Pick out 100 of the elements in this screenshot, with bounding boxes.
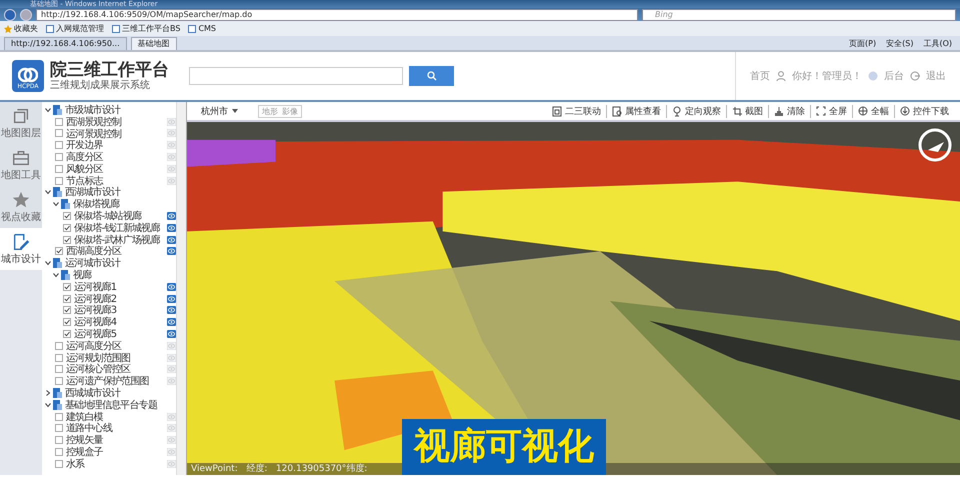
- sidebar-tab[interactable]: 地图工具: [0, 144, 42, 186]
- layer-label[interactable]: 运河视廊2: [74, 292, 165, 306]
- caret-icon[interactable]: [53, 272, 59, 278]
- browser-tab[interactable]: 基础地图: [130, 37, 177, 50]
- checkbox[interactable]: [63, 212, 71, 220]
- checkbox[interactable]: [63, 306, 71, 314]
- favorites-link[interactable]: CMS: [198, 24, 216, 33]
- tree-folder-label[interactable]: 基础地理信息平台专题: [65, 398, 176, 412]
- toolbar-button[interactable]: 全幅: [853, 104, 895, 118]
- checkbox[interactable]: [55, 247, 63, 256]
- checkbox[interactable]: [55, 460, 63, 468]
- checkbox[interactable]: [55, 118, 63, 126]
- layer-label[interactable]: 控规矢量: [66, 433, 165, 448]
- eye-icon[interactable]: [167, 247, 176, 256]
- scrollbar[interactable]: [176, 102, 186, 475]
- map-view[interactable]: ViewPoint: 经度: 120.13905370°纬度: 视廊可视化: [187, 122, 960, 475]
- compass-icon[interactable]: [918, 128, 952, 162]
- tree-folder-label[interactable]: 保俶塔视廊: [73, 197, 176, 212]
- tree-folder-label[interactable]: 西城城市设计: [65, 386, 176, 400]
- dropdown-caret-icon: [232, 109, 238, 113]
- checkbox[interactable]: [63, 330, 71, 338]
- layer-label[interactable]: 运河视廊1: [74, 280, 165, 294]
- browser-tab[interactable]: http://192.168.4.106:950...: [4, 37, 127, 50]
- tree-folder-label[interactable]: 视廊: [73, 268, 176, 282]
- layer-label[interactable]: 运河遗产保护范围图: [66, 374, 165, 388]
- command-menu[interactable]: 页面(P): [849, 38, 876, 48]
- checkbox[interactable]: [55, 412, 63, 421]
- caret-icon[interactable]: [45, 402, 51, 408]
- checkbox[interactable]: [55, 354, 63, 362]
- checkbox[interactable]: [55, 448, 63, 456]
- caret-icon[interactable]: [45, 390, 51, 396]
- checkbox[interactable]: [55, 424, 63, 432]
- tree-folder-label[interactable]: 运河城市设计: [65, 256, 176, 270]
- layer-label[interactable]: 水系: [66, 456, 165, 471]
- layer-label[interactable]: 运河规划范围图: [66, 350, 165, 365]
- layer-label[interactable]: 运河视廊5: [74, 327, 165, 342]
- checkbox[interactable]: [55, 129, 63, 138]
- layer-label[interactable]: 保俶塔-武林广场视廊: [74, 232, 165, 247]
- eye-icon[interactable]: [167, 330, 176, 338]
- layer-label[interactable]: 运河核心管控区: [66, 362, 165, 376]
- sidebar-tab[interactable]: 视点收藏: [0, 186, 42, 228]
- toolbar-button[interactable]: 属性查看: [607, 104, 667, 118]
- eye-icon[interactable]: [167, 212, 176, 220]
- city-dropdown[interactable]: 杭州市: [201, 104, 238, 118]
- layer-label[interactable]: 节点标志: [66, 174, 165, 188]
- toolbar-button[interactable]: 截图: [727, 104, 769, 118]
- checkbox[interactable]: [63, 224, 71, 232]
- toolbar-button[interactable]: 二三联动: [547, 104, 607, 118]
- download-icon: [900, 106, 910, 116]
- checkbox[interactable]: [63, 282, 71, 291]
- layer-label[interactable]: 开发边界: [66, 138, 165, 152]
- sidebar-tab[interactable]: 地图图层: [0, 102, 42, 144]
- layer-label[interactable]: 西湖景观控制: [66, 114, 165, 129]
- command-menu[interactable]: 安全(S): [886, 38, 914, 48]
- layer-label[interactable]: 运河高度分区: [66, 338, 165, 353]
- search-field[interactable]: [189, 67, 403, 85]
- address-field[interactable]: http://192.168.4.106:9509/OM/mapSearcher/map.do: [36, 8, 638, 20]
- checkbox[interactable]: [55, 436, 63, 444]
- layer-label[interactable]: 风貌分区: [66, 162, 165, 176]
- search-button[interactable]: [409, 66, 454, 86]
- layer-label[interactable]: 道路中心线: [66, 421, 165, 436]
- checkbox[interactable]: [63, 294, 71, 303]
- layer-label[interactable]: 运河景观控制: [66, 126, 165, 140]
- folder-icon: [61, 199, 70, 210]
- command-menu[interactable]: 工具(O): [923, 38, 952, 48]
- checkbox[interactable]: [63, 318, 71, 326]
- checkbox[interactable]: [55, 153, 63, 162]
- favorites-link[interactable]: 三维工作平台BS: [122, 23, 180, 34]
- tree-folder-label[interactable]: 西湖城市设计: [65, 185, 176, 200]
- favorites-link[interactable]: 收藏夹: [14, 23, 38, 34]
- tree-folder-label[interactable]: 市级城市设计: [65, 102, 176, 117]
- checkbox[interactable]: [63, 236, 71, 244]
- caret-icon[interactable]: [53, 201, 59, 208]
- layer-label[interactable]: 运河视廊3: [74, 303, 165, 318]
- toolbar-button[interactable]: 清除: [769, 104, 811, 118]
- forward-button[interactable]: [20, 8, 32, 20]
- layer-label[interactable]: 运河视廊4: [74, 315, 165, 330]
- sidebar-tab[interactable]: 城市设计: [0, 228, 42, 270]
- checkbox[interactable]: [55, 141, 63, 150]
- checkbox[interactable]: [55, 164, 63, 173]
- checkbox[interactable]: [55, 176, 63, 185]
- checkbox[interactable]: [55, 342, 63, 350]
- layer-label[interactable]: 控规盒子: [66, 445, 165, 460]
- checkbox[interactable]: [55, 365, 63, 374]
- layer-label[interactable]: 建筑白模: [66, 410, 165, 424]
- back-button[interactable]: [4, 8, 16, 20]
- toolbar-button[interactable]: 控件下载: [895, 104, 954, 118]
- caret-icon[interactable]: [45, 260, 51, 266]
- layer-label[interactable]: 高度分区: [66, 150, 165, 164]
- toolbar-button[interactable]: 全屏: [811, 104, 853, 118]
- caret-icon[interactable]: [45, 106, 51, 113]
- layer-label[interactable]: 保俶塔-钱江新城视廊: [74, 220, 165, 235]
- eye-icon[interactable]: [167, 306, 176, 314]
- favorites-link[interactable]: 入网规范管理: [56, 23, 104, 34]
- caret-icon[interactable]: [45, 189, 51, 196]
- toolbar-button[interactable]: 定向观察: [667, 104, 727, 118]
- caption-banner: 视廊可视化: [402, 419, 606, 475]
- layer-label[interactable]: 保俶塔-城站视廊: [74, 209, 165, 224]
- layer-label[interactable]: 西湖高度分区: [66, 244, 165, 258]
- checkbox[interactable]: [55, 377, 63, 386]
